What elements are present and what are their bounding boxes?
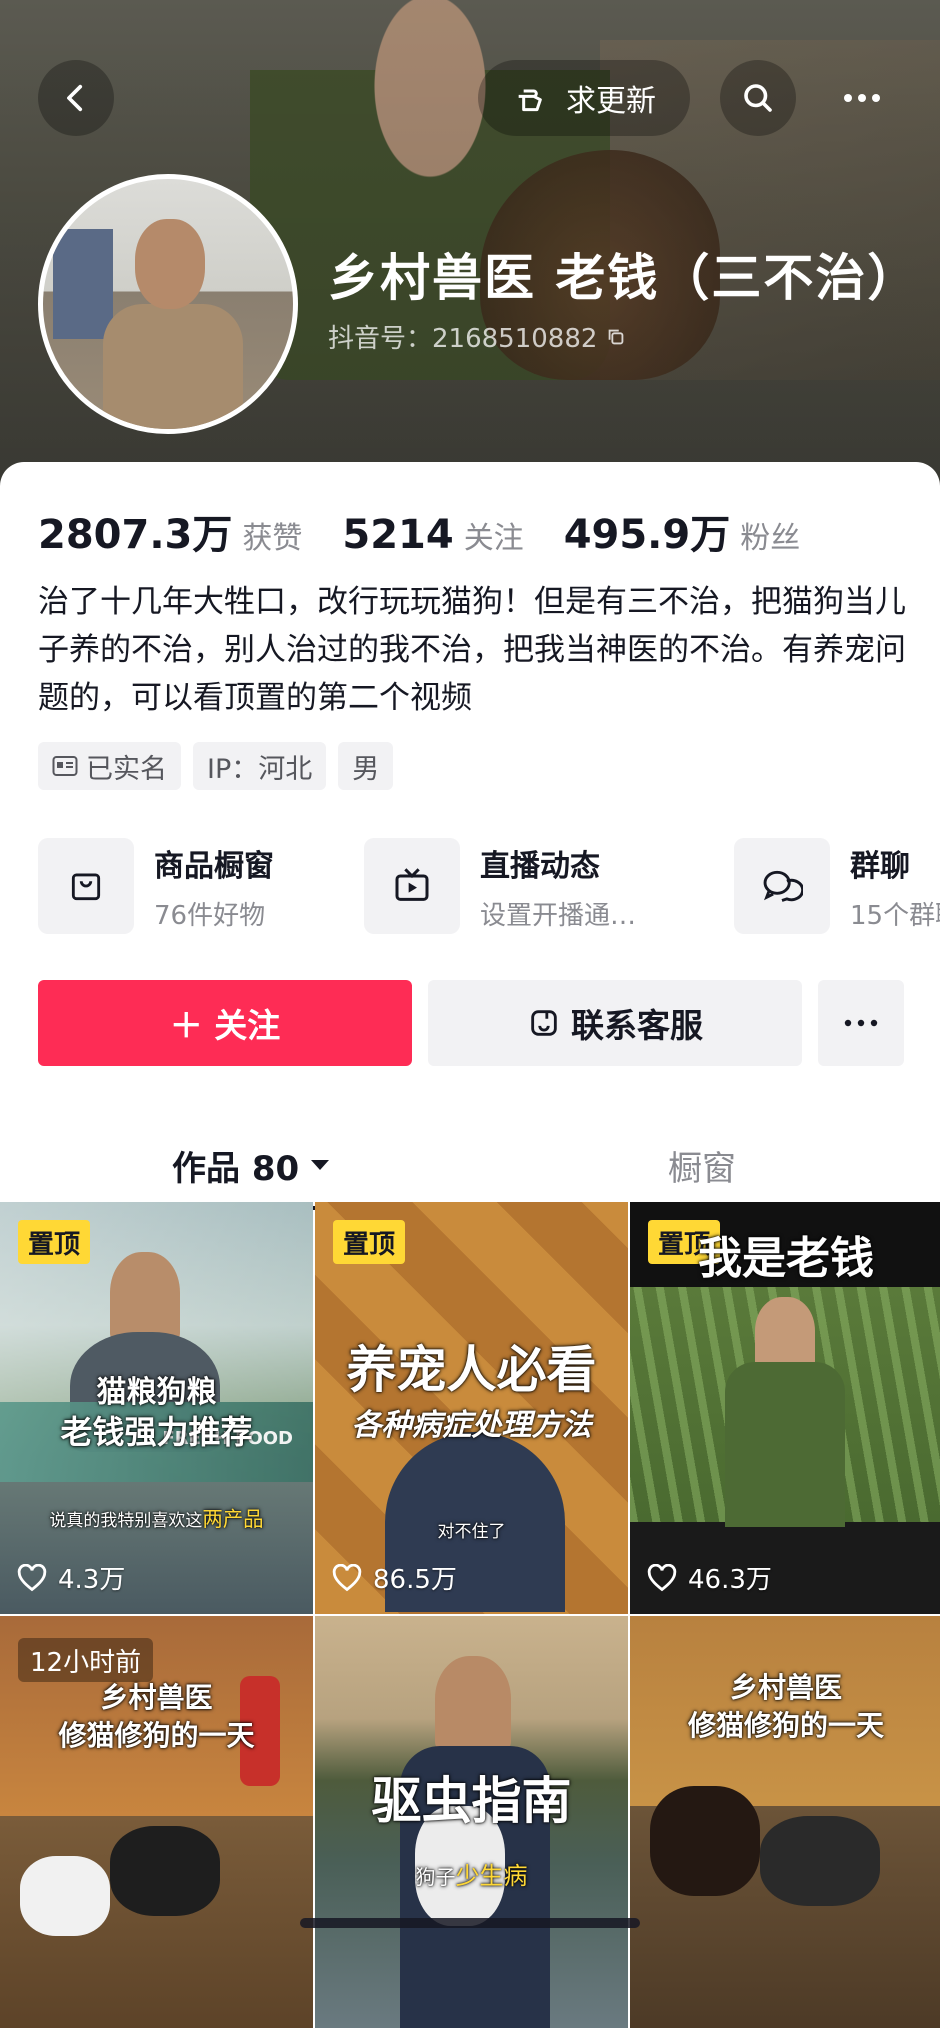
action-buttons: ＋ 关注 联系客服 <box>38 980 904 1066</box>
video-grid: FRESH FOOD 置顶 猫粮狗粮 老钱强力推荐 说真的我特别喜欢这两产品 4… <box>0 1202 940 2028</box>
video-caption: 对不住了 <box>437 1522 506 1542</box>
video-title-line1: 我是老钱 <box>698 1233 874 1284</box>
contact-service-button[interactable]: 联系客服 <box>428 980 802 1066</box>
verified-label: 已实名 <box>86 753 167 785</box>
feature-live[interactable]: 直播动态 设置开播通… <box>364 838 636 934</box>
home-indicator <box>300 1918 640 1928</box>
profile-tags: 已实名 IP：河北 男 <box>38 742 394 790</box>
feature-entries: 商品橱窗 76件好物 直播动态 设置开播通… 群聊 15个群聊 <box>38 838 940 938</box>
tab-shop-window[interactable]: 橱窗 <box>668 1118 736 1212</box>
video-title-line1: 乡村兽医 <box>100 1681 213 1714</box>
video-title-line1: 乡村兽医 <box>729 1671 842 1704</box>
more-horizontal-icon <box>844 1019 878 1027</box>
contact-service-label: 联系客服 <box>571 1006 703 1045</box>
content-tabs: 作品 80 橱窗 <box>0 1118 940 1212</box>
video-title-line1: 养宠人必看 <box>346 1341 597 1399</box>
like-count-label: 86.5万 <box>373 1565 457 1595</box>
heart-icon <box>332 1563 362 1591</box>
search-button[interactable] <box>720 60 796 136</box>
likes-label: 获赞 <box>242 521 303 556</box>
feature-group-chat[interactable]: 群聊 15个群聊 <box>734 838 940 934</box>
video-title-line1: 猫粮狗粮 <box>96 1375 217 1410</box>
following-label[interactable]: 关注 <box>464 513 524 557</box>
video-title-line2: 修猫修狗的一天 <box>687 1709 884 1742</box>
request-update-button[interactable]: 求更新 <box>478 60 690 136</box>
video-thumbnail[interactable]: FRESH FOOD 置顶 猫粮狗粮 老钱强力推荐 说真的我特别喜欢这两产品 4… <box>0 1202 313 1614</box>
feature-shop-title: 商品橱窗 <box>154 848 274 884</box>
video-title-line2: 各种病症处理方法 <box>351 1408 592 1443</box>
feature-live-sub: 设置开播通… <box>480 900 637 931</box>
tab-works[interactable]: 作品 80 <box>172 1118 331 1212</box>
chat-bubbles-icon <box>763 870 803 902</box>
avatar[interactable] <box>38 174 298 434</box>
more-actions-button[interactable] <box>818 980 904 1066</box>
feature-group-title: 群聊 <box>850 848 910 884</box>
shopping-bag-icon <box>71 873 101 901</box>
verified-tag: 已实名 <box>38 742 181 790</box>
following-count[interactable]: 5214 <box>342 512 453 558</box>
ip-tag: IP：河北 <box>193 742 327 790</box>
heart-icon <box>17 1563 47 1591</box>
likes-count: 2807.3万 <box>38 512 233 558</box>
id-card-icon <box>52 756 78 776</box>
feature-shop-window[interactable]: 商品橱窗 76件好物 <box>38 838 274 934</box>
video-title-line2: 修猫修狗的一天 <box>58 1719 255 1752</box>
video-thumbnail[interactable]: 驱虫指南 狗子少生病 <box>315 1616 628 2028</box>
video-thumbnail[interactable]: 置顶 我是老钱 46.3万 <box>630 1202 940 1614</box>
like-count: 46.3万 <box>646 1559 772 1596</box>
stats-row: 2807.3万 获赞 5214 关注 495.9万 粉丝 <box>38 502 840 560</box>
gender-tag: 男 <box>338 742 394 790</box>
video-thumbnail[interactable]: 乡村兽医 修猫修狗的一天 <box>630 1616 940 2028</box>
video-thumbnail[interactable]: 12小时前 乡村兽医 修猫修狗的一天 <box>0 1616 313 2028</box>
bio-text: 治了十几年大牲口，改行玩玩猫狗！但是有三不治，把猫狗当儿子养的不治，别人治过的我… <box>38 584 906 716</box>
like-count: 86.5万 <box>331 1559 457 1596</box>
followers-label[interactable]: 粉丝 <box>740 513 800 557</box>
video-caption: 狗子少生病 <box>415 1862 528 1890</box>
pinned-badge: 置顶 <box>333 1220 406 1264</box>
chevron-left-icon <box>67 84 83 112</box>
pinned-badge: 置顶 <box>18 1220 91 1264</box>
like-count: 4.3万 <box>16 1559 125 1596</box>
video-title-line1: 驱虫指南 <box>371 1772 572 1830</box>
followers-count[interactable]: 495.9万 <box>564 502 731 560</box>
request-update-label: 求更新 <box>566 84 656 119</box>
profile-name: 乡村兽医 老钱（三不治） <box>328 249 920 307</box>
feature-live-title: 直播动态 <box>480 848 600 884</box>
douyin-id-label: 抖音号：2168510882 <box>328 324 598 354</box>
caption-highlight: 少生病 <box>455 1862 528 1890</box>
tab-works-label: 作品 80 <box>172 1148 300 1189</box>
caption-highlight: 两产品 <box>202 1507 264 1531</box>
copy-icon <box>609 329 624 344</box>
feature-shop-sub: 76件好物 <box>154 900 266 931</box>
like-count-label: 4.3万 <box>58 1565 126 1595</box>
video-title-line2: 老钱强力推荐 <box>60 1413 253 1451</box>
more-options-button[interactable] <box>824 60 900 136</box>
tv-icon <box>395 868 429 901</box>
feature-group-sub: 15个群聊 <box>850 900 940 931</box>
hand-point-icon <box>518 89 542 112</box>
like-count-label: 46.3万 <box>688 1565 772 1595</box>
video-caption: 说真的我特别喜欢这两产品 <box>49 1507 264 1531</box>
video-thumbnail[interactable]: 置顶 养宠人必看 各种病症处理方法 对不住了 86.5万 <box>315 1202 628 1614</box>
douyin-id[interactable]: 抖音号：2168510882 <box>328 318 627 355</box>
follow-button[interactable]: ＋ 关注 <box>38 980 412 1066</box>
back-button[interactable] <box>38 60 114 136</box>
more-horizontal-icon <box>844 94 880 102</box>
caret-down-icon <box>311 1160 330 1170</box>
heart-icon <box>647 1563 677 1591</box>
customer-service-icon <box>531 1010 557 1036</box>
search-icon <box>744 84 772 112</box>
